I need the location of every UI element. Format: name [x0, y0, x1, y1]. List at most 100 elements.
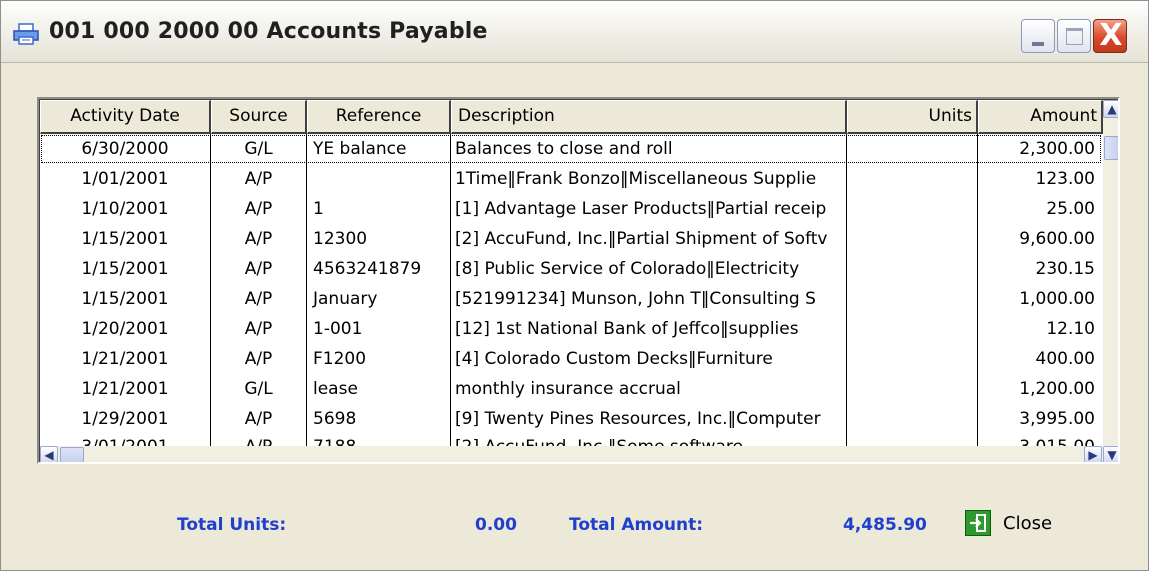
cell-amount: 1,000.00 [1019, 289, 1095, 309]
cell-description: [1] Advantage Laser Products‖Partial rec… [451, 194, 847, 224]
cell-description: [4] Colorado Custom Decks‖Furniture [451, 344, 847, 374]
table-row[interactable]: 1/21/2001 G/L lease monthly insurance ac… [40, 374, 1103, 404]
cell-activity-date: 1/15/2001 [40, 284, 211, 314]
table-row[interactable]: 1/01/2001 A/P 1Time‖Frank Bonzo‖Miscella… [40, 164, 1103, 194]
vertical-scroll-thumb[interactable] [1104, 136, 1118, 160]
close-icon: X [1099, 18, 1123, 53]
chevron-up-icon: ▲ [1107, 102, 1117, 116]
cell-description: monthly insurance accrual [451, 374, 847, 404]
cell-reference: 1 [307, 194, 451, 224]
cell-units [847, 374, 978, 404]
cell-activity-date: 1/20/2001 [40, 314, 211, 344]
cell-activity-date: 1/10/2001 [40, 194, 211, 224]
vertical-scrollbar[interactable]: ▲ ▼ [1103, 100, 1118, 462]
window-close-button[interactable]: X [1093, 19, 1127, 53]
cell-reference: 12300 [307, 224, 451, 254]
accounts-payable-window: 001 000 2000 00 Accounts Payable X Activ… [0, 0, 1149, 571]
table-row[interactable]: 1/15/2001 A/P January [521991234] Munson… [40, 284, 1103, 314]
cell-activity-date: 1/15/2001 [40, 254, 211, 284]
total-amount-value: 4,485.90 [843, 515, 927, 535]
exit-door-icon [965, 510, 991, 536]
minimize-button[interactable] [1021, 19, 1055, 53]
cell-units [847, 164, 978, 194]
cell-amount: 1,200.00 [1019, 379, 1095, 399]
cell-units [847, 314, 978, 344]
table-row-selected[interactable]: 6/30/2000 G/L YE balance Balances to clo… [40, 134, 1103, 164]
cell-amount: 12.10 [1046, 319, 1095, 339]
grid-body: Activity Date Source Reference Descripti… [39, 99, 1118, 462]
total-units-label: Total Units: [177, 515, 287, 535]
column-header-units[interactable]: Units [847, 100, 978, 134]
cell-description: [9] Twenty Pines Resources, Inc.‖Compute… [451, 404, 847, 434]
cell-description: [8] Public Service of Colorado‖Electrici… [451, 254, 847, 284]
cell-source: A/P [211, 404, 307, 434]
close-label: Close [1003, 513, 1053, 534]
column-header-reference[interactable]: Reference [307, 100, 451, 134]
chevron-right-icon: ▶ [1088, 448, 1098, 462]
total-amount-label: Total Amount: [569, 515, 704, 535]
cell-source: G/L [211, 134, 307, 164]
cell-amount: 400.00 [1035, 349, 1095, 369]
cell-reference: 1-001 [307, 314, 451, 344]
chevron-left-icon: ◀ [44, 448, 54, 462]
chevron-down-icon: ▼ [1107, 448, 1117, 462]
cell-reference: 7188 [307, 434, 451, 446]
cell-source: A/P [211, 164, 307, 194]
cell-reference: 4563241879 [307, 254, 451, 284]
cell-activity-date: 1/21/2001 [40, 374, 211, 404]
maximize-button[interactable] [1057, 19, 1091, 53]
cell-reference: 5698 [307, 404, 451, 434]
cell-units [847, 194, 978, 224]
scroll-right-button[interactable]: ▶ [1084, 446, 1102, 462]
horizontal-scrollbar[interactable]: ◀ ▶ [40, 446, 1103, 462]
table-row[interactable]: 1/15/2001 A/P 12300 [2] AccuFund, Inc.‖P… [40, 224, 1103, 254]
table-row[interactable]: 1/15/2001 A/P 4563241879 [8] Public Serv… [40, 254, 1103, 284]
cell-description: 1Time‖Frank Bonzo‖Miscellaneous Supplie [451, 164, 847, 194]
cell-activity-date: 6/30/2000 [40, 134, 211, 164]
cell-source: A/P [211, 254, 307, 284]
printer-icon [13, 23, 39, 45]
scroll-up-button[interactable]: ▲ [1103, 100, 1118, 118]
total-units-value: 0.00 [475, 515, 517, 535]
cell-amount: 230.15 [1035, 259, 1095, 279]
cell-units [847, 134, 978, 164]
activity-grid[interactable]: Activity Date Source Reference Descripti… [37, 97, 1120, 464]
cell-activity-date: 1/15/2001 [40, 224, 211, 254]
cell-reference: YE balance [307, 134, 451, 164]
cell-amount: 123.00 [1035, 169, 1095, 189]
table-row[interactable]: 1/29/2001 A/P 5698 [9] Twenty Pines Reso… [40, 404, 1103, 434]
cell-description: [2] AccuFund, Inc.‖Some software [451, 434, 847, 446]
table-row[interactable]: 3/01/2001 A/P 7188 [2] AccuFund, Inc.‖So… [40, 434, 1103, 446]
cell-reference: lease [307, 374, 451, 404]
cell-description: [2] AccuFund, Inc.‖Partial Shipment of S… [451, 224, 847, 254]
column-header-description[interactable]: Description [451, 100, 847, 134]
cell-source: A/P [211, 284, 307, 314]
column-header-amount[interactable]: Amount [978, 100, 1103, 134]
cell-units [847, 224, 978, 254]
cell-amount: 3,015.00 [978, 434, 1103, 446]
cell-description: Balances to close and roll [451, 134, 847, 164]
table-row[interactable]: 1/10/2001 A/P 1 [1] Advantage Laser Prod… [40, 194, 1103, 224]
cell-activity-date: 1/01/2001 [40, 164, 211, 194]
title-bar[interactable]: 001 000 2000 00 Accounts Payable X [1, 1, 1148, 63]
table-row[interactable]: 1/20/2001 A/P 1-001 [12] 1st National Ba… [40, 314, 1103, 344]
close-button[interactable]: Close [959, 506, 1079, 546]
table-row[interactable]: 1/21/2001 A/P F1200 [4] Colorado Custom … [40, 344, 1103, 374]
cell-units [847, 404, 978, 434]
window-title: 001 000 2000 00 Accounts Payable [49, 19, 488, 44]
scroll-down-button[interactable]: ▼ [1103, 446, 1118, 462]
scroll-left-button[interactable]: ◀ [40, 446, 58, 462]
cell-activity-date: 1/29/2001 [40, 404, 211, 434]
cell-amount: 9,600.00 [1019, 229, 1095, 249]
maximize-icon [1066, 28, 1083, 45]
cell-source: A/P [211, 434, 307, 446]
cell-reference: January [307, 284, 451, 314]
cell-amount: 2,300.00 [1019, 139, 1095, 159]
column-header-activity-date[interactable]: Activity Date [40, 100, 211, 134]
column-header-source[interactable]: Source [211, 100, 307, 134]
horizontal-scroll-thumb[interactable] [60, 447, 84, 462]
cell-source: A/P [211, 224, 307, 254]
cell-amount: 3,995.00 [1019, 409, 1095, 429]
cell-description: [12] 1st National Bank of Jeffco‖supplie… [451, 314, 847, 344]
cell-amount: 25.00 [1046, 199, 1095, 219]
